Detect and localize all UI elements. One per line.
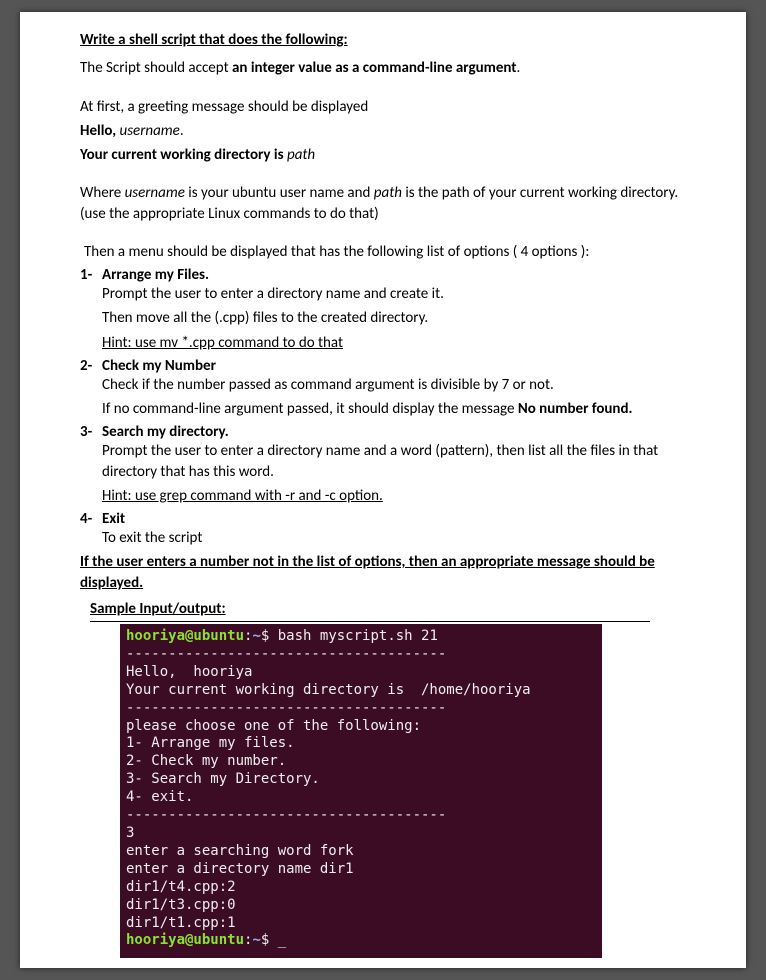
- greet-line3: Your current working directory is path: [80, 145, 696, 165]
- term-dash1: --------------------------------------: [126, 646, 446, 662]
- option-3-hint: Hint: use grep command with -r and -c op…: [102, 486, 696, 506]
- term-inw: enter a searching word fork: [126, 843, 354, 859]
- term-dash2: --------------------------------------: [126, 700, 446, 716]
- term-ind: enter a directory name dir1: [126, 861, 354, 877]
- option-3-l1: Prompt the user to enter a directory nam…: [102, 441, 696, 482]
- term-r3: dir1/t1.cpp:1: [126, 915, 236, 931]
- option-1-l1: Prompt the user to enter a directory nam…: [102, 284, 696, 304]
- option-1-hint: Hint: use mv *.cpp command to do that: [102, 333, 696, 353]
- option-4-l1: To exit the script: [102, 528, 696, 548]
- term-menu2: 2- Check my number.: [126, 753, 286, 769]
- term-cmd: bash myscript.sh 21: [278, 628, 438, 644]
- option-2-l2a: If no command-line argument passed, it s…: [102, 400, 518, 418]
- greet-line2: Hello, username.: [80, 121, 696, 141]
- term-hello: Hello, hooriya: [126, 664, 252, 680]
- term-menu4: 4- exit.: [126, 789, 193, 805]
- term-menu1: 1- Arrange my files.: [126, 735, 295, 751]
- option-1-l2: Then move all the (.cpp) files to the cr…: [102, 308, 696, 328]
- sample-divider: [90, 621, 650, 622]
- term-cursor: _: [278, 932, 286, 948]
- username-italic: username: [120, 122, 180, 140]
- where-b: is your ubuntu user name and: [185, 184, 374, 202]
- intro-text-c: .: [516, 59, 520, 77]
- term-in3: 3: [126, 825, 134, 841]
- option-2-l1: Check if the number passed as command ar…: [102, 375, 696, 395]
- document-page: Write a shell script that does the follo…: [20, 12, 746, 968]
- term-dollar: $: [261, 628, 278, 644]
- option-2-num: 2-: [80, 357, 102, 375]
- term-prompt-user2: hooriya@ubuntu: [126, 932, 244, 948]
- option-2: 2- Check my Number: [80, 357, 696, 375]
- term-r2: dir1/t3.cpp:0: [126, 897, 236, 913]
- option-1-title: Arrange my Files.: [102, 266, 209, 284]
- option-3-title: Search my directory.: [102, 423, 229, 441]
- option-4: 4- Exit: [80, 510, 696, 528]
- option-2-body: Check if the number passed as command ar…: [80, 375, 696, 420]
- option-4-title: Exit: [102, 510, 125, 528]
- term-menu0: please choose one of the following:: [126, 718, 421, 734]
- term-path: ~: [252, 628, 260, 644]
- option-3: 3- Search my directory.: [80, 423, 696, 441]
- where-username: username: [125, 184, 185, 202]
- term-sep2: :: [244, 932, 252, 948]
- term-dollar2: $: [261, 932, 278, 948]
- where-path: path: [374, 184, 402, 202]
- option-3-body: Prompt the user to enter a directory nam…: [80, 441, 696, 506]
- intro-line: The Script should accept an integer valu…: [80, 58, 696, 78]
- term-r1: dir1/t4.cpp:2: [126, 879, 236, 895]
- where-a: Where: [80, 184, 125, 202]
- option-3-num: 3-: [80, 423, 102, 441]
- option-4-num: 4-: [80, 510, 102, 528]
- option-4-body: To exit the script: [80, 528, 696, 548]
- intro-text-a: The Script should accept: [80, 59, 232, 77]
- path-italic: path: [287, 146, 315, 164]
- final-note: If the user enters a number not in the l…: [80, 552, 696, 593]
- option-2-title: Check my Number: [102, 357, 216, 375]
- hello-dot: .: [180, 122, 184, 140]
- option-1-num: 1-: [80, 266, 102, 284]
- greet-line1: At first, a greeting message should be d…: [80, 97, 696, 117]
- cwd-bold: Your current working directory is: [80, 146, 287, 164]
- terminal-output: hooriya@ubuntu:~$ bash myscript.sh 21 --…: [120, 624, 602, 958]
- term-prompt-user: hooriya@ubuntu: [126, 628, 244, 644]
- option-2-l2: If no command-line argument passed, it s…: [102, 399, 696, 419]
- term-menu3: 3- Search my Directory.: [126, 771, 320, 787]
- intro-bold: an integer value as a command-line argum…: [232, 59, 516, 77]
- option-1: 1- Arrange my Files.: [80, 266, 696, 284]
- term-path2: ~: [252, 932, 260, 948]
- option-1-body: Prompt the user to enter a directory nam…: [80, 284, 696, 353]
- term-dash3: --------------------------------------: [126, 807, 446, 823]
- menu-intro: Then a menu should be displayed that has…: [84, 242, 696, 262]
- sample-header: Sample Input/output:: [90, 599, 696, 619]
- where-line: Where username is your ubuntu user name …: [80, 183, 696, 224]
- term-cwd: Your current working directory is /home/…: [126, 682, 531, 698]
- hello-bold: Hello,: [80, 122, 120, 140]
- page-title: Write a shell script that does the follo…: [80, 30, 696, 50]
- option-2-l2b: No number found.: [518, 400, 633, 418]
